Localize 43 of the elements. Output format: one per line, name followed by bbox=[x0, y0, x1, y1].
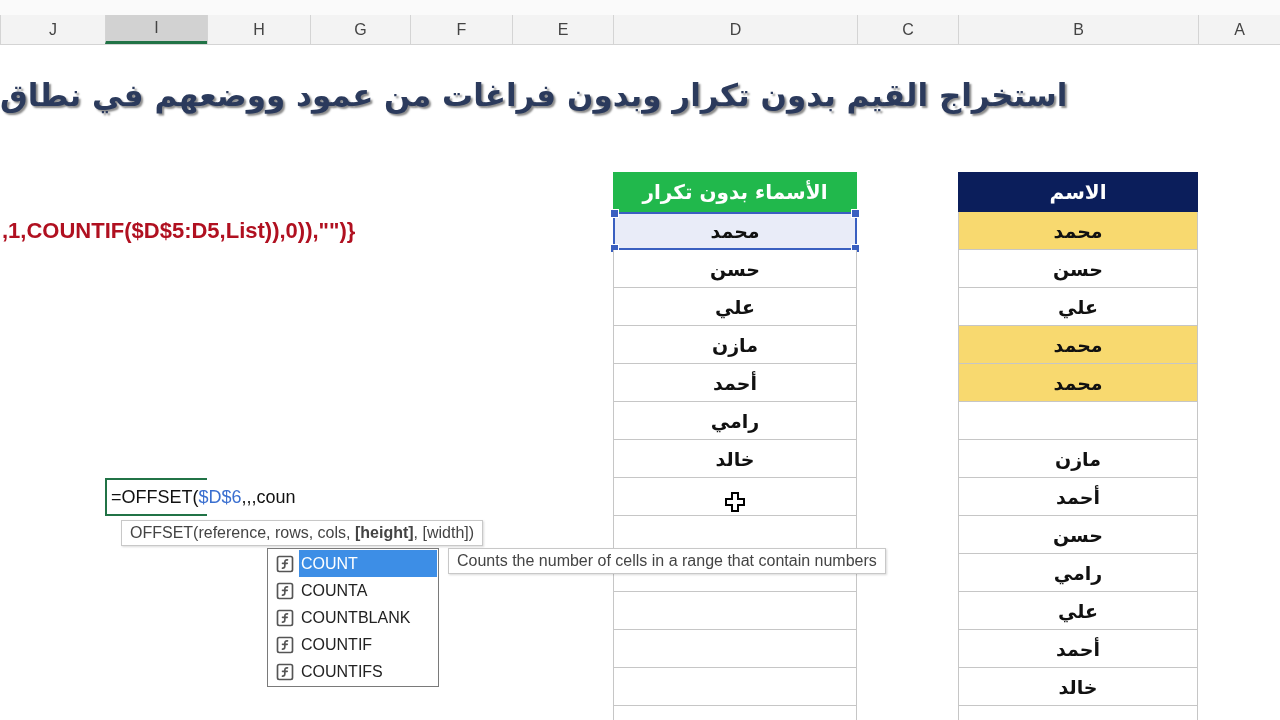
resize-handle[interactable] bbox=[610, 209, 619, 218]
table-cell: علي bbox=[613, 288, 857, 326]
table-cell: مازن bbox=[613, 326, 857, 364]
table-cell: علي bbox=[958, 288, 1198, 326]
table-cell: مازن bbox=[958, 440, 1198, 478]
column-header[interactable]: B bbox=[958, 15, 1198, 44]
column-header[interactable]: C bbox=[857, 15, 958, 44]
function-signature-tooltip: OFFSET(reference, rows, cols, [height], [width]) bbox=[121, 520, 484, 546]
column-header[interactable]: H bbox=[207, 15, 310, 44]
column-header[interactable]: F bbox=[410, 15, 512, 44]
table-cell: خالد bbox=[958, 668, 1198, 706]
function-icon bbox=[275, 634, 295, 655]
column-header[interactable]: G bbox=[310, 15, 410, 44]
sheet-title: استخراج القيم بدون تكرار وبدون فراغات من عمود ووضعهم في نطاق bbox=[0, 77, 1068, 113]
table-cell: رامي bbox=[613, 402, 857, 440]
function-icon bbox=[275, 580, 295, 601]
table-cell: رامي bbox=[958, 554, 1198, 592]
table-cell: أحمد bbox=[958, 630, 1198, 668]
formula-text: ,1,COUNTIF($D$5:D5,List)),0)),"")} bbox=[1, 217, 357, 245]
resize-handle[interactable] bbox=[851, 209, 860, 218]
table-cell: أحمد bbox=[958, 478, 1198, 516]
function-icon bbox=[275, 661, 295, 682]
table-cell: محمد bbox=[958, 212, 1198, 250]
cursor-icon bbox=[724, 490, 746, 513]
function-icon bbox=[275, 607, 295, 628]
column-header[interactable]: D bbox=[613, 15, 857, 44]
column-header[interactable]: J bbox=[0, 15, 105, 44]
column-header[interactable]: E bbox=[512, 15, 613, 44]
table-cell: خالد bbox=[613, 440, 857, 478]
table-cell[interactable]: محمد bbox=[613, 212, 857, 250]
table-cell: حسن bbox=[613, 250, 857, 288]
table-header-cell: الاسم bbox=[958, 172, 1198, 212]
table-cell: محمد bbox=[958, 364, 1198, 402]
table-cell: علي bbox=[958, 592, 1198, 630]
table-cell: محمد bbox=[958, 326, 1198, 364]
function-icon bbox=[275, 553, 295, 574]
table-cell: حسن bbox=[958, 516, 1198, 554]
column-header[interactable]: I bbox=[105, 15, 207, 44]
table-cell: أحمد bbox=[613, 364, 857, 402]
table-cell: حسن bbox=[958, 250, 1198, 288]
function-description-tooltip: Counts the number of cells in a range that contain numbers bbox=[448, 548, 886, 574]
table-header-cell: الأسماء بدون تكرار bbox=[613, 172, 857, 212]
column-header[interactable]: A bbox=[1198, 15, 1280, 44]
